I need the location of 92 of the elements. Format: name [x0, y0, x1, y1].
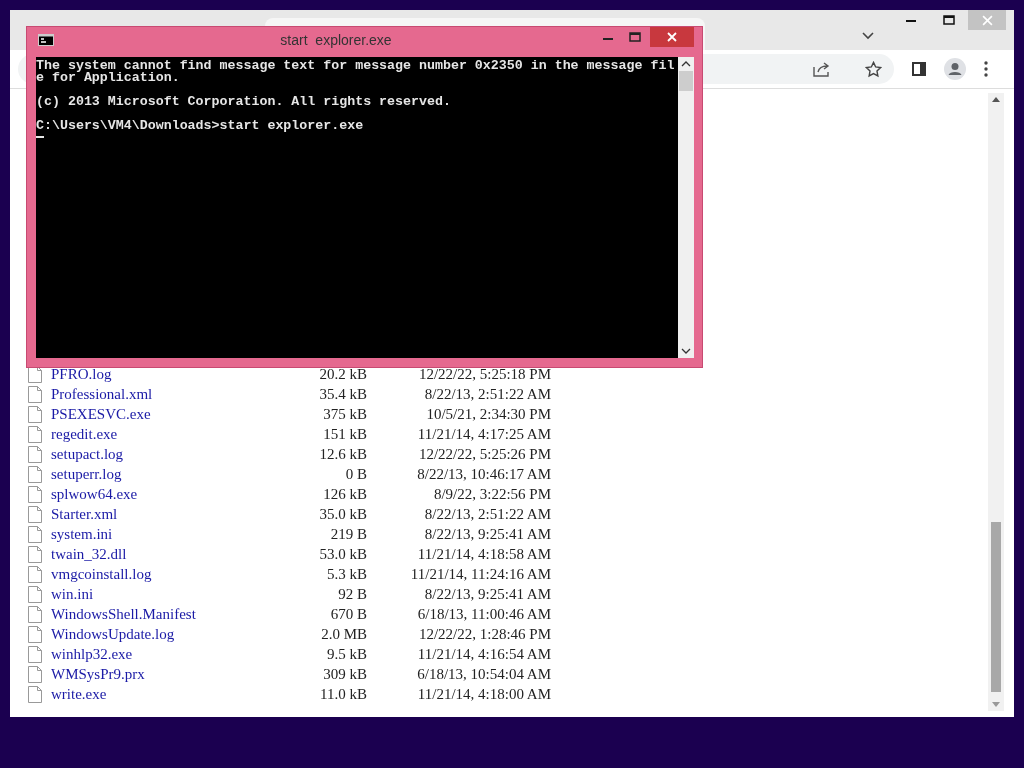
file-size: 2.0 MB	[320, 625, 367, 643]
file-size: 12.6 kB	[318, 445, 367, 463]
file-icon	[28, 645, 42, 663]
file-link[interactable]: write.exe	[51, 685, 272, 703]
file-link[interactable]: winhlp32.exe	[51, 645, 272, 663]
scrollbar[interactable]	[988, 93, 1004, 711]
file-link[interactable]: PFRO.log	[51, 365, 272, 383]
close-icon	[667, 32, 677, 42]
scroll-thumb[interactable]	[679, 71, 693, 91]
scroll-up-icon[interactable]	[681, 61, 691, 67]
file-icon	[28, 525, 42, 543]
file-size: 5.3 kB	[326, 565, 367, 583]
file-date: 6/18/13, 10:54:04 AM	[416, 665, 551, 683]
scrollbar[interactable]	[678, 57, 694, 358]
side-panel-icon[interactable]	[912, 62, 926, 76]
file-date: 8/22/13, 2:51:22 AM	[423, 505, 551, 523]
file-date: 12/22/22, 5:25:18 PM	[417, 365, 551, 383]
file-date: 11/21/14, 4:17:25 AM	[416, 425, 551, 443]
console-line: (c) 2013 Microsoft Corporation. All rights reserved.	[36, 96, 452, 108]
console-line: e for Application.	[36, 72, 181, 84]
file-date: 8/22/13, 9:25:41 AM	[423, 525, 551, 543]
file-size: 53.0 kB	[318, 545, 367, 563]
file-date: 12/22/22, 5:25:26 PM	[417, 445, 551, 463]
file-size: 309 kB	[322, 665, 367, 683]
file-size: 20.2 kB	[318, 365, 367, 383]
file-link[interactable]: PSEXESVC.exe	[51, 405, 272, 423]
file-date: 10/5/21, 2:34:30 PM	[425, 405, 551, 423]
file-link[interactable]: splwow64.exe	[51, 485, 272, 503]
file-icon	[28, 405, 42, 423]
file-size: 35.4 kB	[318, 385, 367, 403]
file-link[interactable]: Starter.xml	[51, 505, 272, 523]
close-button[interactable]	[650, 27, 694, 47]
file-date: 8/9/22, 3:22:56 PM	[432, 485, 551, 503]
file-date: 8/22/13, 2:51:22 AM	[423, 385, 551, 403]
file-size: 375 kB	[322, 405, 367, 423]
scroll-down-icon[interactable]	[681, 348, 691, 354]
chevron-down-icon[interactable]	[862, 32, 874, 40]
maximize-icon	[628, 32, 641, 42]
profile-icon[interactable]	[944, 58, 966, 80]
file-date: 11/21/14, 4:16:54 AM	[416, 645, 551, 663]
file-date: 8/22/13, 10:46:17 AM	[416, 465, 551, 483]
file-date: 12/22/22, 1:28:46 PM	[417, 625, 551, 643]
file-size: 92 B	[337, 585, 367, 603]
scroll-thumb[interactable]	[991, 522, 1001, 692]
file-icon	[28, 665, 42, 683]
file-link[interactable]: vmgcoinstall.log	[51, 565, 272, 583]
file-link[interactable]: twain_32.dll	[51, 545, 272, 563]
scroll-up-icon[interactable]	[992, 97, 1000, 102]
file-link[interactable]: WindowsUpdate.log	[51, 625, 272, 643]
menu-icon[interactable]	[984, 61, 988, 77]
file-icon	[28, 485, 42, 503]
file-link[interactable]: win.ini	[51, 585, 272, 603]
file-icon	[28, 685, 42, 703]
file-link[interactable]: system.ini	[51, 525, 272, 543]
file-date: 6/18/13, 11:00:46 AM	[416, 605, 551, 623]
console-line: The system cannot find message text for message number 0x2350 in the message fil	[36, 60, 676, 72]
file-icon	[28, 505, 42, 523]
file-size: 9.5 kB	[326, 645, 367, 663]
maximize-icon	[943, 15, 955, 25]
file-date: 11/21/14, 11:24:16 AM	[409, 565, 551, 583]
file-icon	[28, 605, 42, 623]
text-cursor	[36, 136, 44, 138]
share-icon[interactable]	[813, 61, 831, 77]
file-date: 11/21/14, 4:18:00 AM	[416, 685, 551, 703]
close-icon	[981, 14, 993, 26]
file-link[interactable]: WMSysPr9.prx	[51, 665, 272, 683]
file-icon	[28, 425, 42, 443]
file-size: 219 B	[329, 525, 367, 543]
file-link[interactable]: setuperr.log	[51, 465, 272, 483]
file-icon	[28, 625, 42, 643]
file-date: 11/21/14, 4:18:58 AM	[416, 545, 551, 563]
file-icon	[28, 445, 42, 463]
file-size: 151 kB	[322, 425, 367, 443]
file-link[interactable]: Professional.xml	[51, 385, 272, 403]
file-size: 670 B	[329, 605, 367, 623]
file-size: 35.0 kB	[318, 505, 367, 523]
file-icon	[28, 465, 42, 483]
console-icon	[38, 33, 54, 46]
file-icon	[28, 545, 42, 563]
file-link[interactable]: regedit.exe	[51, 425, 272, 443]
console-line: C:\Users\VM4\Downloads>start explorer.exe	[36, 120, 365, 132]
file-icon	[28, 385, 42, 403]
file-size: 126 kB	[322, 485, 367, 503]
file-date: 8/22/13, 9:25:41 AM	[423, 585, 551, 603]
file-size: 0 B	[344, 465, 367, 483]
file-link[interactable]: WindowsShell.Manifest	[51, 605, 272, 623]
window-title: start explorer.exe	[279, 31, 393, 48]
file-size: 11.0 kB	[319, 685, 367, 703]
star-icon[interactable]	[865, 60, 882, 78]
file-icon	[28, 585, 42, 603]
file-icon	[28, 565, 42, 583]
file-link[interactable]: setupact.log	[51, 445, 272, 463]
